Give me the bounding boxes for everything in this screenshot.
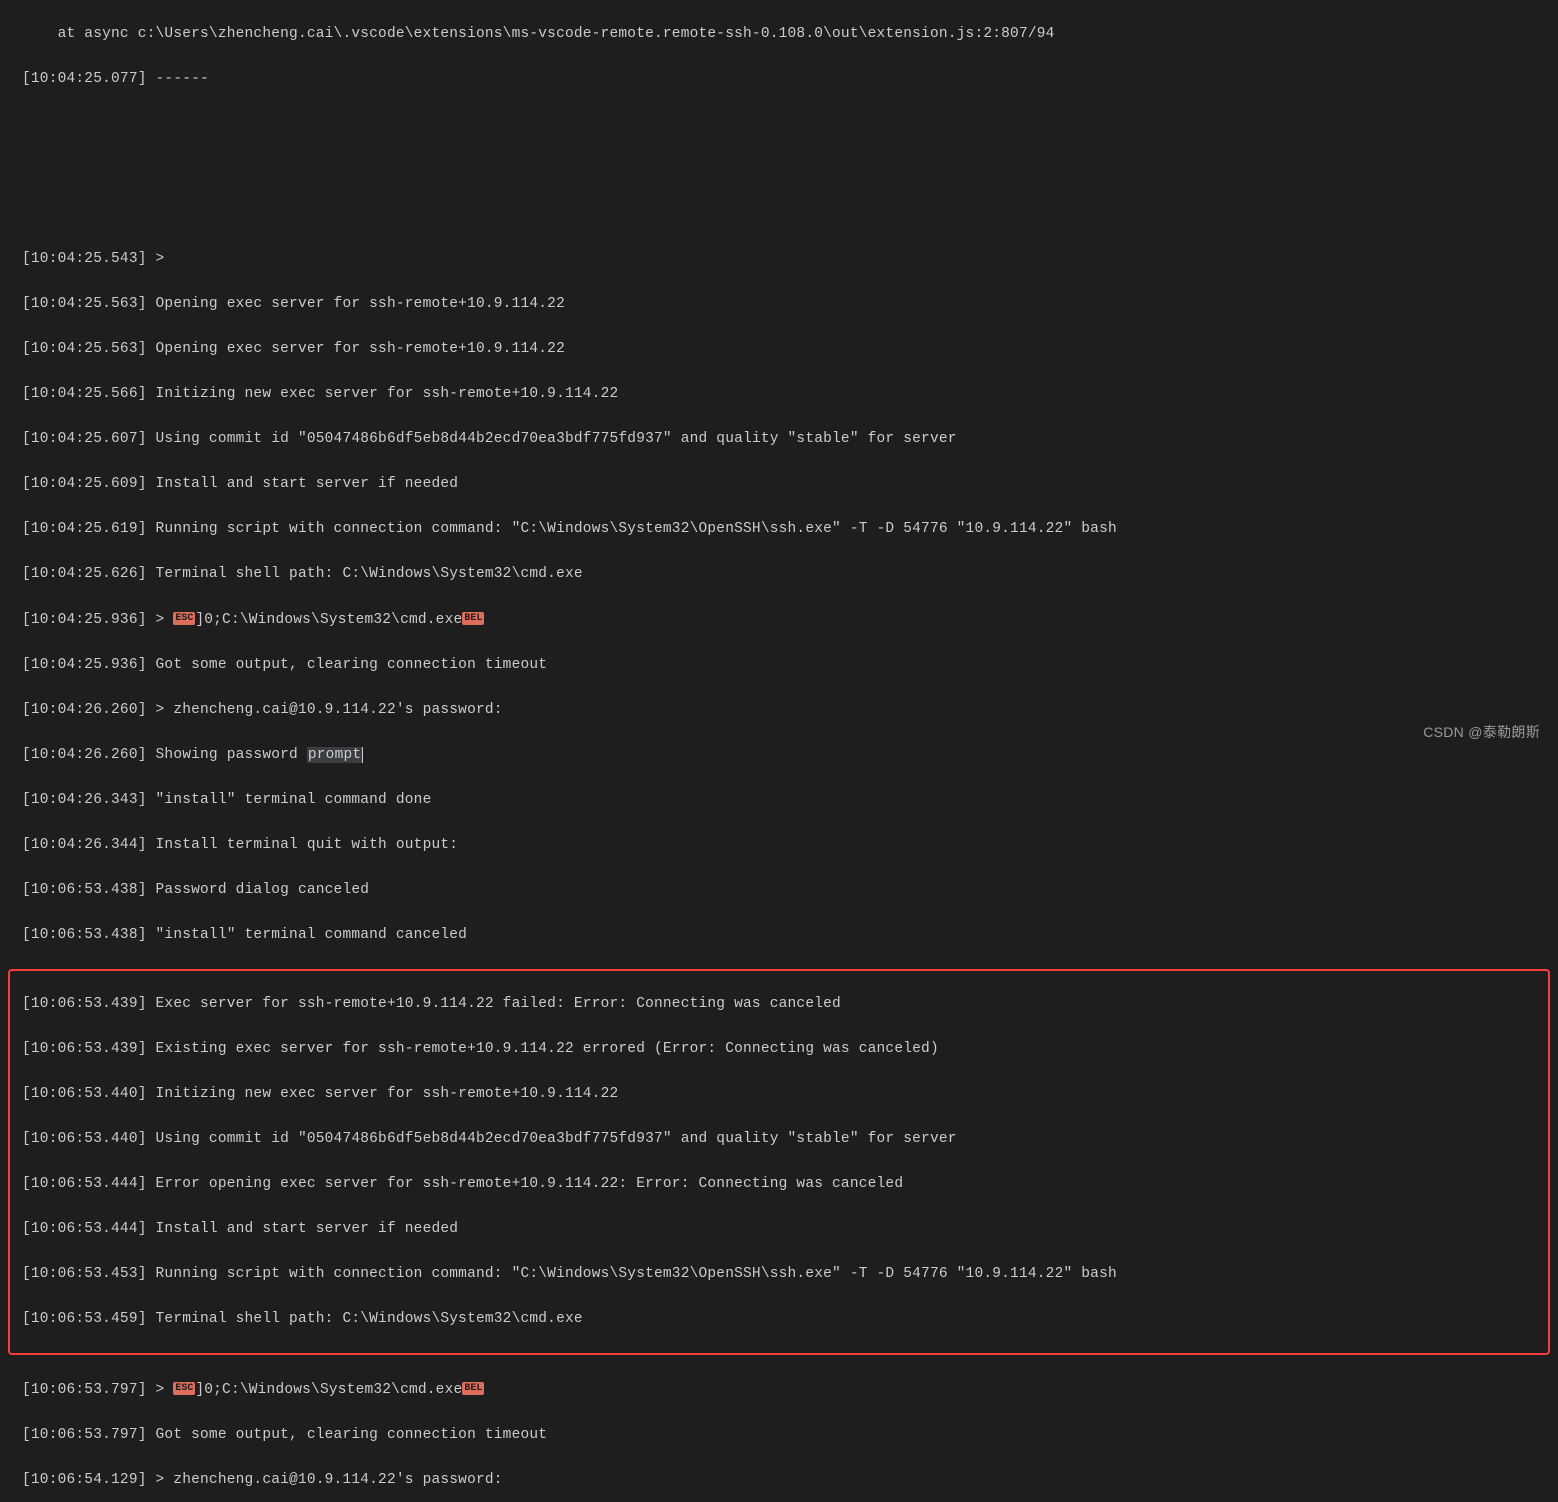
- log-text: [10:04:26.260] Showing password: [22, 747, 307, 763]
- log-line-error: [10:06:53.453] Running script with conne…: [22, 1263, 1536, 1286]
- log-line-error: [10:06:53.439] Existing exec server for …: [22, 1038, 1536, 1061]
- log-line: [10:04:26.260] > zhencheng.cai@10.9.114.…: [22, 699, 1536, 722]
- esc-badge-icon: ESC: [173, 1382, 195, 1395]
- log-line: [10:04:26.343] "install" terminal comman…: [22, 789, 1536, 812]
- log-line: [10:04:25.609] Install and start server …: [22, 473, 1536, 496]
- log-line: [22, 113, 1536, 136]
- terminal-output[interactable]: at async c:\Users\zhencheng.cai\.vscode\…: [0, 0, 1558, 1502]
- log-line: at async c:\Users\zhencheng.cai\.vscode\…: [22, 23, 1536, 46]
- log-line: [10:06:53.438] Password dialog canceled: [22, 879, 1536, 902]
- log-line: [10:04:25.619] Running script with conne…: [22, 518, 1536, 541]
- log-line-error: [10:06:53.444] Install and start server …: [22, 1218, 1536, 1241]
- log-line: [10:06:53.797] > ESC]0;C:\Windows\System…: [22, 1378, 1536, 1402]
- error-highlight-box: [10:06:53.439] Exec server for ssh-remot…: [8, 969, 1550, 1356]
- log-text: ]0;C:\Windows\System32\cmd.exe: [195, 1382, 462, 1398]
- log-text: [10:04:25.936] >: [22, 612, 173, 628]
- log-line: [10:04:26.260] Showing password prompt: [22, 744, 1536, 767]
- log-line-error: [10:06:53.440] Initizing new exec server…: [22, 1083, 1536, 1106]
- log-line-error: [10:06:53.439] Exec server for ssh-remot…: [22, 993, 1536, 1016]
- log-line: [10:06:53.797] Got some output, clearing…: [22, 1424, 1536, 1447]
- log-line-error: [10:06:53.459] Terminal shell path: C:\W…: [22, 1308, 1536, 1331]
- log-line: [10:06:53.438] "install" terminal comman…: [22, 924, 1536, 947]
- log-line: [10:04:26.344] Install terminal quit wit…: [22, 834, 1536, 857]
- log-line: [10:04:25.566] Initizing new exec server…: [22, 383, 1536, 406]
- bel-badge-icon: BEL: [462, 612, 484, 625]
- log-text: [10:06:53.797] >: [22, 1382, 173, 1398]
- bel-badge-icon: BEL: [462, 1382, 484, 1395]
- log-line: [10:04:25.077] ------: [22, 68, 1536, 91]
- log-line: [10:04:25.563] Opening exec server for s…: [22, 293, 1536, 316]
- log-line-error: [10:06:53.444] Error opening exec server…: [22, 1173, 1536, 1196]
- log-line: [10:06:54.129] > zhencheng.cai@10.9.114.…: [22, 1469, 1536, 1492]
- log-line: [10:04:25.607] Using commit id "05047486…: [22, 428, 1536, 451]
- log-line: [10:04:25.936] > ESC]0;C:\Windows\System…: [22, 608, 1536, 632]
- log-line: [22, 158, 1536, 181]
- watermark-text: CSDN @泰勒朗斯: [1423, 721, 1540, 744]
- log-line: [10:04:25.563] Opening exec server for s…: [22, 338, 1536, 361]
- log-line: [10:04:25.936] Got some output, clearing…: [22, 654, 1536, 677]
- log-text: ]0;C:\Windows\System32\cmd.exe: [195, 612, 462, 628]
- log-line: [10:04:25.543] >: [22, 248, 1536, 271]
- esc-badge-icon: ESC: [173, 612, 195, 625]
- log-line-error: [10:06:53.440] Using commit id "05047486…: [22, 1128, 1536, 1151]
- log-line: [22, 203, 1536, 226]
- highlighted-text: prompt: [307, 747, 363, 763]
- log-line: [10:04:25.626] Terminal shell path: C:\W…: [22, 563, 1536, 586]
